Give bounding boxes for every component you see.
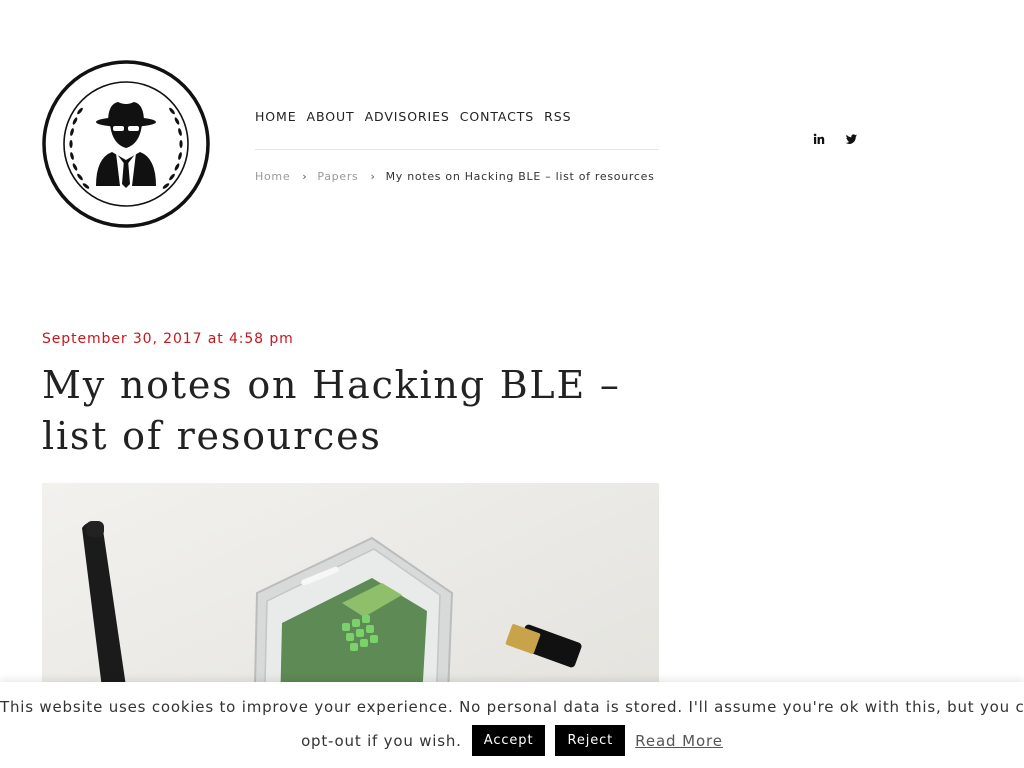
nav-divider	[255, 149, 659, 150]
site-logo[interactable]	[42, 60, 210, 228]
cookie-message-end: opt-out if you wish.	[301, 731, 462, 750]
page: HOME ABOUT ADVISORIES CONTACTS RSS Home ›…	[0, 0, 1024, 768]
linkedin-icon	[813, 133, 825, 144]
read-more-link[interactable]: Read More	[635, 732, 723, 750]
nav-item-rss[interactable]: RSS	[544, 109, 571, 124]
social-links	[812, 132, 858, 146]
reject-button[interactable]: Reject	[555, 725, 626, 756]
breadcrumb-separator: ›	[370, 170, 376, 183]
cookie-consent-bar: This website uses cookies to improve you…	[0, 682, 1024, 768]
breadcrumb-papers[interactable]: Papers	[317, 170, 358, 183]
cookie-message: This website uses cookies to improve you…	[0, 698, 1024, 716]
accept-button[interactable]: Accept	[471, 725, 546, 756]
breadcrumb-separator: ›	[302, 170, 308, 183]
linkedin-link[interactable]	[812, 132, 826, 146]
breadcrumb: Home › Papers › My notes on Hacking BLE – li…	[255, 170, 655, 183]
breadcrumb-current: My notes on Hacking BLE – list of resour…	[385, 170, 655, 183]
nav-item-contacts[interactable]: CONTACTS	[460, 109, 534, 124]
nav-item-home[interactable]: HOME	[255, 109, 297, 124]
cookie-actions: opt-out if you wish. Accept Reject Read …	[0, 725, 1024, 756]
main-nav: HOME ABOUT ADVISORIES CONTACTS RSS	[255, 109, 581, 124]
nav-item-advisories[interactable]: ADVISORIES	[365, 109, 450, 124]
twitter-link[interactable]	[844, 132, 858, 146]
post-title: My notes on Hacking BLE – list of resour…	[42, 363, 621, 458]
twitter-icon	[845, 134, 857, 144]
nav-item-about[interactable]: ABOUT	[307, 109, 355, 124]
post-date: September 30, 2017 at 4:58 pm	[42, 331, 294, 347]
breadcrumb-home[interactable]: Home	[255, 170, 290, 183]
